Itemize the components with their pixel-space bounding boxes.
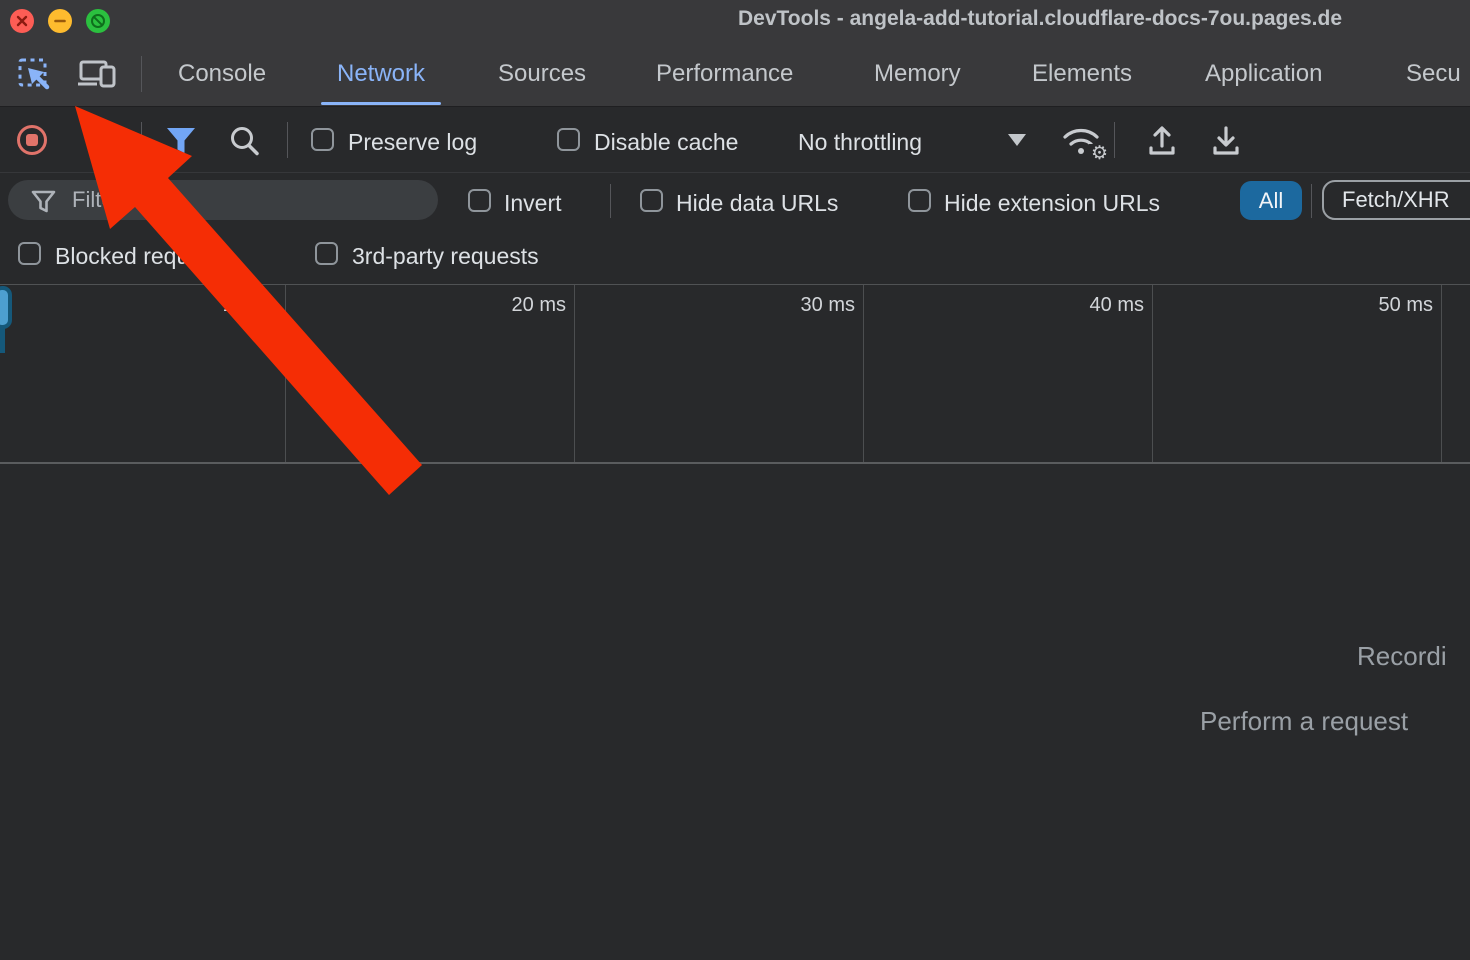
timeline-gridline: [1441, 285, 1442, 462]
tab-network[interactable]: Network: [337, 42, 425, 105]
filter-input-funnel-icon: [30, 188, 56, 214]
timeline-gridline: [863, 285, 864, 462]
export-har-icon: [1209, 124, 1243, 158]
gear-icon: ⚙: [1089, 144, 1108, 163]
clear-icon: [86, 126, 114, 154]
recording-status-text: Recordi: [1357, 641, 1447, 672]
clear-network-log-button[interactable]: [86, 126, 114, 154]
blocked-requests-checkbox[interactable]: [18, 242, 41, 265]
device-toolbar-icon: [77, 57, 119, 93]
tab-performance[interactable]: Performance: [656, 42, 793, 105]
traffic-lights: [10, 9, 110, 33]
perform-request-hint-text: Perform a request: [1200, 706, 1408, 737]
tab-security[interactable]: Secu: [1406, 42, 1461, 105]
network-overview-timeline[interactable]: 10 ms 20 ms 30 ms 40 ms 50 ms: [0, 284, 1470, 464]
timeline-tick-label: 30 ms: [801, 294, 855, 317]
timeline-tick-label: 50 ms: [1379, 294, 1433, 317]
filter-funnel-icon: [165, 126, 197, 156]
hide-extension-urls-label: Hide extension URLs: [944, 190, 1160, 217]
export-har-button[interactable]: [1208, 123, 1244, 159]
preserve-log-checkbox[interactable]: [311, 128, 334, 151]
record-network-log-button[interactable]: [16, 124, 48, 156]
device-toolbar-button[interactable]: [76, 56, 120, 94]
separator: [287, 122, 288, 158]
third-party-requests-label: 3rd-party requests: [352, 243, 539, 270]
tab-elements[interactable]: Elements: [1032, 42, 1132, 105]
timeline-tick-label: 40 ms: [1090, 294, 1144, 317]
hide-data-urls-checkbox[interactable]: [640, 189, 663, 212]
timeline-gridline: [574, 285, 575, 462]
preserve-log-label: Preserve log: [348, 129, 477, 156]
filter-toggle-button[interactable]: [164, 125, 198, 157]
tab-memory[interactable]: Memory: [874, 42, 961, 105]
network-toolbar: Preserve log Disable cache No throttling…: [0, 107, 1470, 173]
third-party-requests-checkbox[interactable]: [315, 242, 338, 265]
fullscreen-disabled-icon: [89, 12, 107, 30]
separator: [141, 56, 142, 92]
close-window-button[interactable]: [10, 9, 34, 33]
search-button[interactable]: [227, 124, 261, 158]
record-stop-icon: [16, 124, 48, 156]
disable-cache-checkbox[interactable]: [557, 128, 580, 151]
inspect-element-button[interactable]: [16, 56, 54, 94]
disable-cache-label: Disable cache: [594, 129, 738, 156]
overview-window-handle[interactable]: [0, 286, 12, 329]
separator: [1114, 122, 1115, 158]
devtools-window: DevTools - angela-add-tutorial.cloudflar…: [0, 0, 1470, 960]
hide-data-urls-label: Hide data URLs: [676, 190, 838, 217]
hide-extension-urls-checkbox[interactable]: [908, 189, 931, 212]
devtools-tabbar: Console Network Sources Performance Memo…: [0, 42, 1470, 107]
inspect-cursor-icon: [17, 57, 53, 93]
minimize-icon: [53, 14, 67, 28]
throttling-select[interactable]: No throttling: [798, 129, 922, 156]
filter-input[interactable]: [8, 180, 438, 220]
close-icon: [15, 14, 29, 28]
network-conditions-button[interactable]: ⚙: [1060, 123, 1102, 159]
blocked-requests-label: Blocked requests: [55, 243, 231, 270]
filter-type-fetch-xhr-button[interactable]: Fetch/XHR: [1322, 180, 1470, 220]
timeline-gridline: [285, 285, 286, 462]
separator: [1311, 184, 1312, 218]
import-har-icon: [1145, 124, 1179, 158]
minimize-window-button[interactable]: [48, 9, 72, 33]
timeline-gridline: [1152, 285, 1153, 462]
import-har-button[interactable]: [1144, 123, 1180, 159]
separator: [141, 122, 142, 158]
separator: [610, 184, 611, 218]
tab-application[interactable]: Application: [1205, 42, 1322, 105]
titlebar: DevTools - angela-add-tutorial.cloudflar…: [0, 0, 1470, 42]
throttling-caret-icon[interactable]: [1008, 134, 1026, 146]
filter-row: Invert Hide data URLs Hide extension URL…: [0, 173, 1470, 228]
window-title: DevTools - angela-add-tutorial.cloudflar…: [738, 7, 1470, 31]
filter-type-all-button[interactable]: All: [1240, 181, 1302, 220]
overview-window-handle-tail: [0, 327, 5, 353]
invert-label: Invert: [504, 190, 562, 217]
requests-empty-area: Recordi Perform a request: [0, 464, 1470, 960]
timeline-tick-label: 10 ms: [223, 294, 277, 317]
timeline-tick-label: 20 ms: [512, 294, 566, 317]
search-icon: [228, 125, 261, 158]
request-filters-row: Blocked requests 3rd-party requests: [0, 228, 1470, 284]
tab-console[interactable]: Console: [178, 42, 266, 105]
invert-checkbox[interactable]: [468, 189, 491, 212]
tab-sources[interactable]: Sources: [498, 42, 586, 105]
fullscreen-window-button[interactable]: [86, 9, 110, 33]
